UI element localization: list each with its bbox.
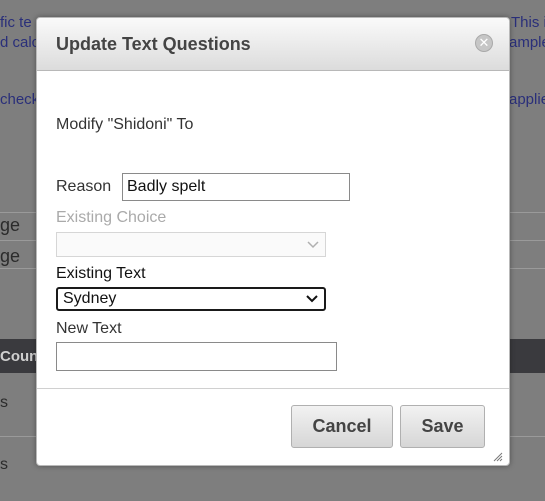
save-button[interactable]: Save [400,405,485,448]
bg-text: s [0,394,8,411]
bg-text: s [0,456,8,473]
existing-text-label: Existing Text [56,265,146,282]
bg-text: fic te [0,14,32,31]
reason-input[interactable]: Badly spelt [122,173,350,201]
dialog-title: Update Text Questions [56,34,251,54]
bg-text: ample [509,34,545,51]
new-text-input[interactable] [56,342,337,371]
footer-divider [37,388,509,389]
close-icon[interactable]: ✕ [475,34,493,52]
new-text-label: New Text [56,320,122,337]
bg-text: ge [0,246,21,266]
cancel-button[interactable]: Cancel [291,405,393,448]
bg-text: check [0,91,40,108]
reason-label: Reason [56,178,112,195]
existing-text-value: Sydney [63,290,117,307]
chevron-down-icon [307,233,319,264]
existing-choice-select[interactable] [56,232,326,257]
existing-text-select[interactable]: Sydney [56,287,326,311]
bg-text: d calc [0,34,40,51]
bg-text: applie [509,91,545,108]
resize-grip-icon[interactable] [493,449,503,462]
chevron-down-icon [306,289,318,315]
update-text-dialog: Update Text Questions ✕ Modify "Shidoni"… [36,17,510,466]
existing-choice-label: Existing Choice [56,209,167,226]
bg-text: ge [0,215,21,235]
dialog-titlebar[interactable]: Update Text Questions ✕ [37,18,509,71]
modify-label: Modify "Shidoni" To [56,116,194,133]
bg-text: This is [511,14,545,31]
